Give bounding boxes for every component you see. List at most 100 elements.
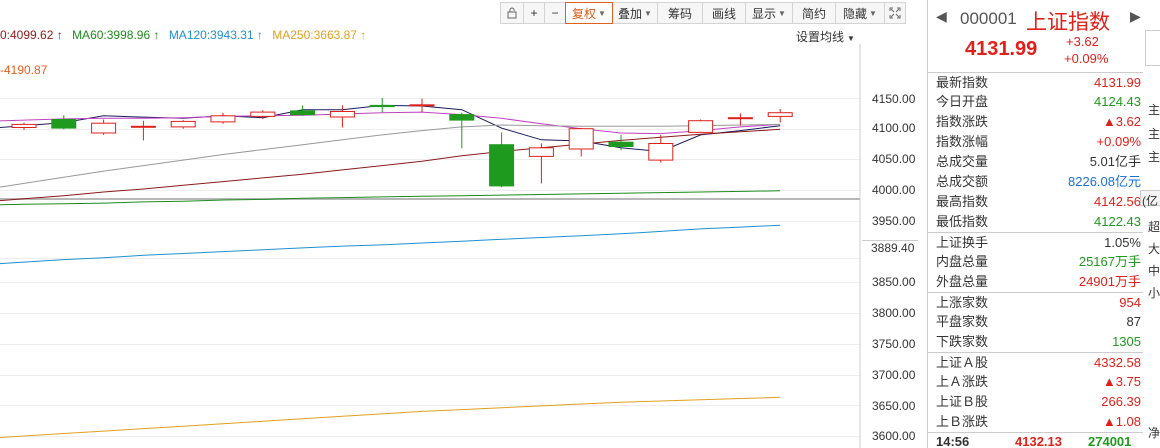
current-price-label: 3889.40 (862, 240, 918, 256)
stat-value: 4142.56 (1094, 194, 1141, 209)
stat-value: 5.01亿手 (1089, 154, 1141, 169)
stat-label: 最低指数 (936, 214, 989, 229)
chevron-left-icon[interactable]: ◀ (936, 8, 947, 25)
stats-table: 最新指数 4131.99 今日开盘 4124.43 指数涨跌 ▲3.62 指数涨幅 +0… (928, 72, 1143, 432)
stat-label: 上Ｂ涨跌 (936, 414, 989, 429)
stat-row: 下跌家数 1305 (928, 332, 1143, 352)
last-tick-row: 14:56 4132.13 274001 (928, 432, 1143, 448)
candle-body (767, 112, 793, 117)
price-change: +3.62 (1066, 34, 1099, 49)
stat-value: 1.05% (1104, 235, 1141, 250)
stat-row: 最高指数 4142.56 (928, 192, 1143, 212)
candle-body (648, 143, 674, 161)
candle-body (130, 125, 156, 128)
stat-value: 4131.99 (1094, 75, 1141, 90)
stock-name: 上证指数 (1026, 11, 1110, 34)
candle-body (250, 111, 276, 117)
stat-value: 24901万手 (1078, 274, 1141, 289)
candle-body (409, 104, 435, 107)
price-tick: 3650.00 (872, 399, 916, 413)
stock-code: 000001 (960, 9, 1017, 28)
stat-row: 上Ａ涨跌 ▲3.75 (928, 372, 1143, 392)
strip-text: 净 (1148, 426, 1160, 440)
stat-value: 1305 (1112, 334, 1141, 349)
chevron-right-icon[interactable]: ▶ (1130, 8, 1141, 25)
candle-body (608, 141, 634, 147)
stat-label: 总成交额 (936, 174, 989, 189)
stat-label: 上证换手 (936, 235, 989, 250)
stat-row: 内盘总量 25167万手 (928, 252, 1143, 272)
ma10-line (0, 111, 781, 135)
stat-row: 上证Ａ股 4332.58 (928, 352, 1143, 372)
candle-body (51, 119, 77, 129)
stat-value: 266.39 (1101, 394, 1141, 409)
stat-label: 平盘家数 (936, 314, 989, 329)
stat-row: 外盘总量 24901万手 (928, 272, 1143, 292)
stat-label: 最高指数 (936, 194, 989, 209)
candle-body (290, 110, 316, 116)
candle-body (688, 120, 714, 133)
ma30-line (0, 128, 781, 202)
stat-row: 上涨家数 954 (928, 292, 1143, 312)
stat-value: 25167万手 (1078, 254, 1141, 269)
candle-body (727, 117, 753, 120)
kline-chart[interactable] (0, 0, 925, 448)
tick-time: 14:56 (936, 434, 970, 448)
stat-label: 上证Ａ股 (936, 355, 989, 370)
strip-text: 主 (1148, 103, 1160, 117)
candle-body (91, 122, 117, 134)
price-change-percent: +0.09% (1064, 51, 1109, 66)
stat-label: 外盘总量 (936, 274, 989, 289)
stat-value: 8226.08亿元 (1068, 174, 1141, 189)
ma60-line (0, 190, 781, 206)
candle-body (449, 114, 475, 121)
stat-label: 上Ａ涨跌 (936, 374, 989, 389)
stat-value: 4122.43 (1094, 214, 1141, 229)
quote-panel: ◀ 000001 上证指数 ▶ 4131.99 +3.62 +0.09% 最新指… (927, 0, 1160, 448)
stat-value: 4124.43 (1094, 94, 1141, 109)
stat-label: 最新指数 (936, 75, 989, 90)
strip-text: 主 (1148, 150, 1160, 164)
stat-row: 总成交额 8226.08亿元 (928, 172, 1143, 192)
stat-row: 平盘家数 87 (928, 312, 1143, 332)
candle-body (489, 144, 515, 187)
price-tick: 4100.00 (872, 121, 916, 135)
candle-body (369, 104, 395, 108)
price-tick: 4150.00 (872, 92, 916, 106)
price-tick: 3850.00 (872, 275, 916, 289)
stat-value: ▲1.08 (1102, 414, 1141, 429)
candle-body (329, 111, 355, 118)
price-tick: 3700.00 (872, 368, 916, 382)
stat-label: 指数涨幅 (936, 134, 989, 149)
stat-row: 总成交量 5.01亿手 (928, 152, 1143, 172)
strip-text: 超 (1148, 220, 1160, 234)
stat-row: 上证换手 1.05% (928, 232, 1143, 252)
stat-label: 下跌家数 (936, 334, 989, 349)
grid-lines (0, 98, 860, 437)
strip-text: (亿 (1142, 194, 1158, 208)
price-tick: 3750.00 (872, 337, 916, 351)
tick-price: 4132.13 (1015, 434, 1062, 448)
adjust-dropdown[interactable]: 复权 ▼ (565, 2, 613, 24)
stat-label: 指数涨跌 (936, 114, 989, 129)
side-strip: 主 主 主 (亿 超 大 中 小 净 (1142, 0, 1160, 448)
chevron-down-icon: ▼ (598, 8, 606, 18)
stock-header: ◀ 000001 上证指数 ▶ (928, 5, 1160, 34)
high-price-marker: -4190.87 (0, 63, 48, 77)
stat-label: 上证Ｂ股 (936, 394, 989, 409)
price-tick: 3600.00 (872, 429, 916, 443)
stat-label: 总成交量 (936, 154, 989, 169)
stat-row: 上Ｂ涨跌 ▲1.08 (928, 412, 1143, 432)
price-tick: 3800.00 (872, 306, 916, 320)
strip-text: 小 (1148, 286, 1160, 300)
stat-row: 最低指数 4122.43 (928, 212, 1143, 232)
candle-body (11, 123, 37, 129)
stat-row: 最新指数 4131.99 (928, 72, 1143, 92)
stat-value: 4332.58 (1094, 355, 1141, 370)
strip-text: 大 (1148, 242, 1160, 256)
stat-value: 87 (1126, 314, 1141, 329)
ma120-line (0, 224, 781, 265)
ma250-line (0, 396, 781, 438)
price-tick: 4050.00 (872, 152, 916, 166)
stat-label: 今日开盘 (936, 94, 989, 109)
